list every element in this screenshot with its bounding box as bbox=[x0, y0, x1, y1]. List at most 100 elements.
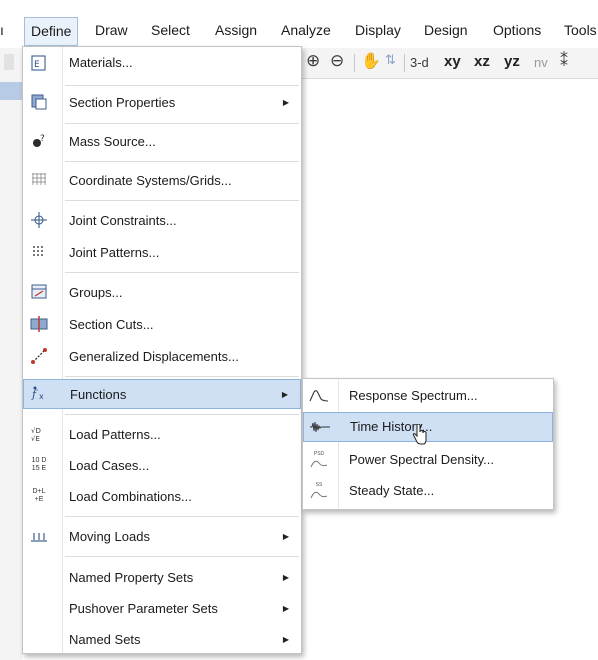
load-cases-icon-line2: 15 E bbox=[31, 465, 47, 472]
menu-item-load-patterns[interactable]: √D √E Load Patterns... bbox=[23, 419, 301, 449]
functions-icon: ƒx bbox=[28, 382, 52, 406]
submenu-arrow-icon: ▶ bbox=[282, 98, 289, 107]
menu-item-pushover-parameter-sets[interactable]: Pushover Parameter Sets ▶ bbox=[23, 593, 301, 623]
toolbar-separator bbox=[354, 54, 355, 72]
view-xz-button[interactable]: xz bbox=[474, 53, 490, 70]
menu-item-label: Coordinate Systems/Grids... bbox=[69, 173, 232, 188]
menu-item-load-cases[interactable]: 10 D 15 E Load Cases... bbox=[23, 450, 301, 480]
menu-tools[interactable]: Tools bbox=[564, 22, 597, 38]
svg-text:E: E bbox=[34, 60, 40, 70]
response-spectrum-icon bbox=[307, 384, 331, 408]
submenu-item-time-history[interactable]: Time History... bbox=[303, 412, 553, 442]
menu-item-label: Generalized Displacements... bbox=[69, 349, 239, 364]
menu-item-materials[interactable]: E Materials... bbox=[23, 47, 301, 79]
load-cases-icon: 10 D 15 E bbox=[27, 453, 51, 477]
menu-options[interactable]: Options bbox=[493, 22, 541, 38]
joint-patterns-icon bbox=[27, 240, 51, 264]
menu-item-load-combinations[interactable]: D+L +E Load Combinations... bbox=[23, 481, 301, 511]
menu-draw[interactable]: Draw bbox=[95, 22, 128, 38]
rotate-view-icon[interactable]: ⇅ bbox=[385, 52, 396, 68]
submenu-item-label: Power Spectral Density... bbox=[349, 452, 494, 467]
submenu-arrow-icon: ▶ bbox=[282, 573, 289, 582]
menu-item-label: Section Properties bbox=[69, 95, 176, 110]
menu-separator bbox=[65, 516, 299, 517]
toolbar-overflow-icon[interactable]: ⁑ bbox=[560, 51, 568, 71]
submenu-arrow-icon: ▶ bbox=[282, 635, 289, 644]
menu-bar: ı Define Draw Select Assign Analyze Disp… bbox=[0, 14, 598, 48]
define-menu: E Materials... Section Properties ▶ ? Ma… bbox=[22, 46, 302, 654]
menu-item-generalized-displacements[interactable]: Generalized Displacements... bbox=[23, 341, 301, 371]
materials-icon: E bbox=[27, 51, 51, 75]
left-toolbar-button[interactable] bbox=[4, 54, 14, 70]
joint-constraints-icon bbox=[27, 208, 51, 232]
menu-item-label: Materials... bbox=[69, 55, 133, 70]
submenu-arrow-icon: ▶ bbox=[282, 532, 289, 541]
submenu-item-label: Response Spectrum... bbox=[349, 388, 478, 403]
menu-separator bbox=[65, 85, 299, 86]
menu-item-label: Functions bbox=[70, 387, 127, 402]
menu-design[interactable]: Design bbox=[424, 22, 468, 38]
functions-submenu: Response Spectrum... Time History... PSD… bbox=[302, 378, 554, 510]
menu-item-label: Load Combinations... bbox=[69, 489, 192, 504]
section-cuts-icon bbox=[27, 312, 51, 336]
menu-item-mass-source[interactable]: ? Mass Source... bbox=[23, 126, 301, 156]
menu-separator bbox=[65, 376, 299, 377]
menu-assign[interactable]: Assign bbox=[215, 22, 257, 38]
menu-item-section-cuts[interactable]: Section Cuts... bbox=[23, 309, 301, 339]
submenu-item-steady-state[interactable]: SS Steady State... bbox=[303, 476, 553, 506]
menu-item-coordinate-systems-grids[interactable]: Coordinate Systems/Grids... bbox=[23, 165, 301, 195]
menu-item-label: Moving Loads bbox=[69, 529, 150, 544]
menu-item-joint-constraints[interactable]: Joint Constraints... bbox=[23, 205, 301, 235]
zoom-out-icon[interactable]: ⊖ bbox=[330, 51, 344, 71]
submenu-item-power-spectral-density[interactable]: PSD Power Spectral Density... bbox=[303, 445, 553, 475]
svg-text:?: ? bbox=[40, 134, 45, 144]
menu-item-section-properties[interactable]: Section Properties ▶ bbox=[23, 87, 301, 117]
submenu-arrow-icon: ▶ bbox=[281, 390, 288, 399]
menu-item-functions[interactable]: ƒx Functions ▶ bbox=[23, 379, 301, 409]
mouse-pointer-icon bbox=[412, 424, 427, 445]
zoom-in-icon[interactable]: ⊕ bbox=[306, 51, 320, 71]
power-spectral-density-icon: PSD bbox=[307, 448, 331, 472]
load-cases-icon-line1: 10 D bbox=[31, 457, 47, 464]
menu-item-label: Named Property Sets bbox=[69, 570, 194, 585]
svg-text:√D: √D bbox=[31, 427, 41, 435]
steady-state-icon: SS bbox=[307, 479, 331, 503]
time-history-icon bbox=[308, 415, 332, 439]
menu-bar-edge: ı bbox=[0, 22, 4, 38]
groups-icon bbox=[27, 280, 51, 304]
menu-select[interactable]: Select bbox=[151, 22, 190, 38]
menu-item-named-sets[interactable]: Named Sets ▶ bbox=[23, 624, 301, 654]
view-3d-button[interactable]: 3-d bbox=[410, 55, 429, 70]
view-yz-button[interactable]: yz bbox=[504, 53, 520, 70]
menu-item-moving-loads[interactable]: Moving Loads ▶ bbox=[23, 521, 301, 551]
menu-item-groups[interactable]: Groups... bbox=[23, 277, 301, 307]
menu-item-joint-patterns[interactable]: Joint Patterns... bbox=[23, 237, 301, 267]
menu-separator bbox=[65, 123, 299, 124]
menu-item-label: Groups... bbox=[69, 285, 123, 300]
svg-text:x: x bbox=[39, 392, 44, 401]
view-xy-button[interactable]: xy bbox=[444, 53, 461, 70]
menu-item-label: Named Sets bbox=[69, 632, 141, 647]
view-nv-button[interactable]: nv bbox=[534, 55, 548, 70]
menu-separator bbox=[65, 414, 299, 415]
menu-display[interactable]: Display bbox=[355, 22, 401, 38]
section-properties-icon bbox=[27, 90, 51, 114]
pan-hand-icon[interactable]: ✋ bbox=[361, 51, 381, 71]
menu-analyze[interactable]: Analyze bbox=[281, 22, 331, 38]
submenu-item-response-spectrum[interactable]: Response Spectrum... bbox=[303, 381, 553, 411]
menu-item-label: Joint Constraints... bbox=[69, 213, 177, 228]
moving-loads-icon bbox=[27, 524, 51, 548]
menu-item-label: Mass Source... bbox=[69, 134, 156, 149]
grid-icon bbox=[27, 168, 51, 192]
window-tab-highlight bbox=[0, 82, 22, 100]
menu-item-label: Load Cases... bbox=[69, 458, 150, 473]
submenu-arrow-icon: ▶ bbox=[282, 604, 289, 613]
menu-separator bbox=[65, 556, 299, 557]
mass-source-icon: ? bbox=[27, 129, 51, 153]
window-title-bar bbox=[0, 0, 598, 14]
load-combinations-icon-line1: D+L bbox=[32, 488, 46, 495]
menu-item-named-property-sets[interactable]: Named Property Sets ▶ bbox=[23, 562, 301, 592]
toolbar-separator bbox=[404, 54, 405, 72]
menu-item-label: Pushover Parameter Sets bbox=[69, 601, 218, 616]
menu-define[interactable]: Define bbox=[24, 17, 79, 46]
